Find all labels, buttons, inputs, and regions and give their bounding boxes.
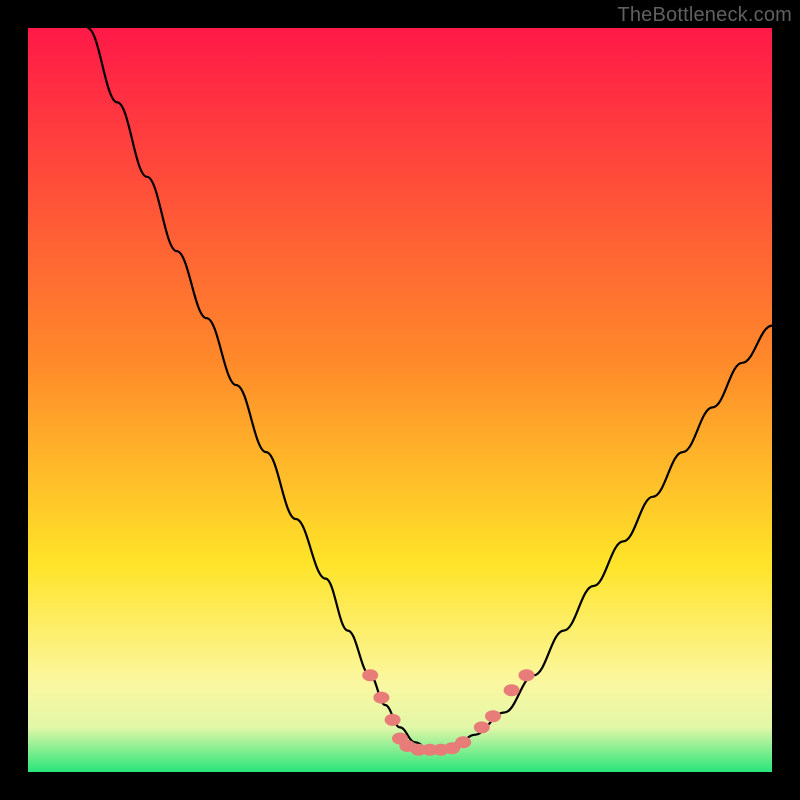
trough-marker [373, 692, 389, 704]
bottleneck-curve [88, 28, 773, 750]
trough-marker [455, 736, 471, 748]
trough-marker [519, 669, 535, 681]
trough-marker [504, 684, 520, 696]
curve-layer [28, 28, 772, 772]
trough-marker [362, 669, 378, 681]
chart-frame: TheBottleneck.com [0, 0, 800, 800]
watermark-text: TheBottleneck.com [617, 4, 792, 27]
trough-marker [385, 714, 401, 726]
trough-marker [485, 710, 501, 722]
trough-markers [362, 669, 534, 755]
trough-marker [474, 721, 490, 733]
